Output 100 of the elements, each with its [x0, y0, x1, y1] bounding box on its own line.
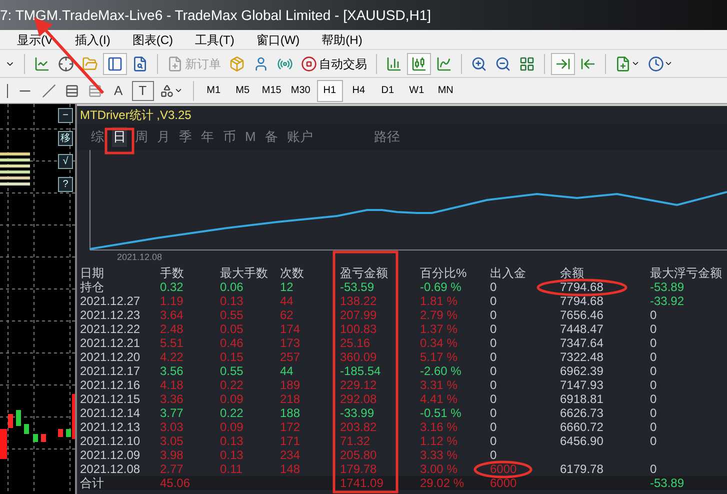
table-cell-text: 138.22 [340, 295, 378, 307]
table-cell-text: 3.16 % [420, 421, 458, 433]
table-cell-text: 0 [650, 379, 658, 391]
menu-item[interactable]: 窗口(W) [256, 30, 300, 48]
table-cell-text: 6456.90 [560, 435, 604, 447]
chart-date-label: 2021.12.08 [117, 252, 162, 262]
table-cell-text: 0.13 [220, 295, 244, 307]
stats-tab[interactable]: M [244, 127, 257, 147]
table-cell-text: -33.99 [340, 407, 376, 419]
table-cell-text: 0 [490, 449, 498, 461]
table-cell-text: -185.54 [340, 365, 382, 377]
column-header: 最大手数 [220, 267, 269, 279]
stats-tab[interactable]: 综 [90, 127, 105, 147]
table-cell-text: 5.17 % [420, 351, 458, 363]
indicator-line [0, 158, 30, 162]
table-cell-text: 234 [280, 449, 302, 461]
table-cell-text: 1.37 % [420, 323, 458, 335]
timeframe-button[interactable]: H4 [346, 80, 372, 102]
menu-item[interactable]: 图表(C) [132, 30, 173, 48]
table-cell-text: 0 [650, 407, 658, 419]
table-cell-text: 0 [650, 337, 658, 349]
window-title: 7: TMGM.TradeMax-Live6 - TradeMax Global Limited - [XAUUSD,H1] [0, 6, 432, 25]
table-cell-text: 6962.39 [560, 365, 604, 377]
table-cell-text: 6626.73 [560, 407, 604, 419]
table-cell-text: 205.80 [340, 449, 378, 461]
table-cell-text: 4.22 [160, 351, 184, 363]
annotation-box [104, 128, 134, 154]
table-cell-text: 0 [490, 309, 498, 321]
table-cell-text: 2021.12.15 [80, 393, 142, 405]
text-tool-button[interactable]: A [108, 80, 129, 100]
timeframe-button[interactable]: M5 [230, 80, 256, 102]
chart-side-button[interactable]: √ [58, 154, 73, 169]
table-cell-text: -53.89 [650, 281, 686, 293]
table-cell-text: 2.77 [160, 463, 184, 475]
table-cell-text: 0 [650, 463, 658, 475]
panel-icon[interactable] [103, 52, 127, 74]
table-cell-text: 0.05 [220, 323, 244, 335]
table-cell-text: -33.92 [650, 295, 686, 307]
scroll-end-icon[interactable] [551, 52, 575, 74]
table-cell-text: 7322.48 [560, 351, 604, 363]
chart-side-button[interactable]: ? [58, 177, 73, 192]
table-cell-text: 292.08 [340, 393, 378, 405]
stats-tab[interactable]: 币 [222, 127, 237, 147]
stop-icon [301, 56, 317, 72]
menu-item[interactable]: 插入(I) [75, 30, 110, 48]
auto-trading-button[interactable]: 自动交易 [298, 52, 370, 74]
table-cell-text: 2021.12.10 [80, 435, 142, 447]
candlestick-icon[interactable] [407, 52, 431, 74]
column-header: 最大浮亏金额 [650, 267, 723, 279]
chart-side-button[interactable]: 移 [58, 131, 73, 146]
table-cell-text: 44 [280, 365, 294, 377]
indicator-line [0, 182, 30, 186]
column-header: 余额 [560, 267, 585, 279]
table-cell-text: 0.13 [220, 435, 244, 447]
table-cell-text: 0 [490, 435, 498, 447]
table-cell-text: 6660.72 [560, 421, 604, 433]
table-cell-text: 71.32 [340, 435, 372, 447]
stats-tab[interactable]: 账户 [286, 127, 314, 147]
table-cell-text: 3.64 [160, 309, 184, 321]
timeframe-button[interactable]: M1 [200, 80, 227, 102]
add-document-icon [167, 56, 183, 72]
candle [41, 434, 46, 442]
table-cell-text: 3.77 [160, 407, 184, 419]
timeframe-button[interactable]: MN [432, 80, 459, 102]
table-cell-text: 7794.68 [560, 281, 604, 293]
table-cell-text: 172 [280, 421, 302, 433]
table-cell-text: 0.55 [220, 365, 244, 377]
table-cell-text: -2.60 % [420, 365, 462, 377]
menu-item[interactable]: 工具(T) [195, 30, 234, 48]
table-cell-text: 0 [490, 323, 498, 335]
stats-tab[interactable]: 备 [264, 127, 279, 147]
table-cell-text: 7347.64 [560, 337, 604, 349]
table-cell-text: 7656.46 [560, 309, 604, 321]
timeframe-button[interactable]: H1 [316, 80, 343, 102]
table-cell-text: -53.89 [650, 477, 686, 489]
menu-item[interactable]: 帮助(H) [322, 30, 362, 48]
stats-tab[interactable]: 路径 [372, 127, 401, 147]
table-cell-text: 2021.12.22 [80, 323, 142, 335]
timeframe-button[interactable]: M30 [288, 80, 314, 102]
table-cell-text: 0 [490, 281, 498, 293]
timeframe-button[interactable]: M15 [258, 80, 285, 102]
timeframe-button[interactable]: D1 [374, 80, 401, 102]
text-tool-button[interactable]: T [132, 80, 154, 100]
table-cell-text: 0.09 [220, 421, 244, 433]
table-cell-text: 12 [280, 281, 294, 293]
table-cell-text: 218 [280, 393, 302, 405]
stats-tab[interactable]: 月 [156, 127, 171, 147]
stats-tab[interactable]: 季 [178, 127, 193, 147]
table-cell-text: 0 [490, 351, 498, 363]
table-cell-text: 2021.12.13 [80, 421, 142, 433]
table-cell-text: 0 [490, 295, 498, 307]
stats-tab[interactable]: 周 [134, 127, 149, 147]
table-cell-text: 持仓 [80, 281, 105, 293]
stats-tab[interactable]: 年 [200, 127, 215, 147]
table-cell-text: 173 [280, 337, 302, 349]
chart-side-button[interactable]: − [58, 108, 73, 123]
table-cell-text: 2021.12.16 [80, 379, 142, 391]
table-cell-text: 0.22 [220, 407, 244, 419]
timeframe-button[interactable]: W1 [404, 80, 430, 102]
table-cell-text: 2021.12.21 [80, 337, 142, 349]
